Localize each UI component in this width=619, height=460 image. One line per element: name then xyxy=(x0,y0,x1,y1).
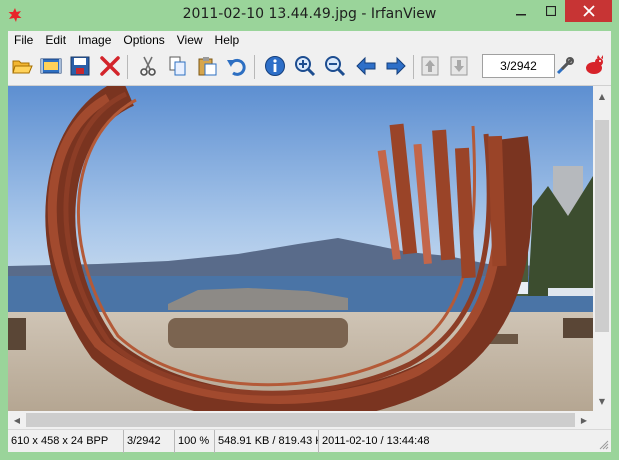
toolbar-separator xyxy=(127,55,128,79)
menu-file[interactable]: File xyxy=(8,33,39,47)
slideshow-button[interactable] xyxy=(38,53,64,79)
menu-options[interactable]: Options xyxy=(117,33,170,47)
previous-icon xyxy=(356,56,376,76)
undo-icon xyxy=(227,58,246,76)
toolbar: 3/2942 xyxy=(8,49,611,86)
vertical-scroll-thumb[interactable] xyxy=(595,120,609,332)
status-zoom: 100 % xyxy=(175,430,215,453)
status-datetime: 2011-02-10 / 13:44:48 xyxy=(322,435,430,447)
menu-help[interactable]: Help xyxy=(209,33,246,47)
last-page-button[interactable] xyxy=(446,53,472,79)
next-icon xyxy=(386,56,406,76)
delete-button[interactable] xyxy=(97,53,123,79)
paste-button[interactable] xyxy=(194,53,220,79)
save-icon xyxy=(70,56,90,76)
menu-view[interactable]: View xyxy=(171,33,209,47)
status-bar: 610 x 458 x 24 BPP 3/2942 100 % 548.91 K… xyxy=(8,429,611,453)
menu-edit[interactable]: Edit xyxy=(39,33,72,47)
scroll-left-icon[interactable]: ◀ xyxy=(9,412,25,428)
irfanview-about-button[interactable] xyxy=(581,53,607,79)
copy-button[interactable] xyxy=(165,53,191,79)
toolbar-separator xyxy=(413,55,414,79)
minimize-button[interactable] xyxy=(507,0,535,22)
status-file-size: 548.91 KB / 819.43 KB xyxy=(215,430,319,453)
paste-icon xyxy=(198,57,217,76)
info-icon xyxy=(265,56,285,76)
undo-button[interactable] xyxy=(223,53,249,79)
zoom-out-button[interactable] xyxy=(322,53,348,79)
slideshow-icon xyxy=(40,58,62,74)
maximize-icon xyxy=(546,6,556,16)
status-dimensions: 610 x 458 x 24 BPP xyxy=(8,430,124,453)
last-page-icon xyxy=(450,56,468,76)
vertical-scrollbar[interactable]: ▲ ▼ xyxy=(593,86,611,411)
cut-button[interactable] xyxy=(135,53,161,79)
image-view[interactable] xyxy=(8,86,593,411)
cut-icon xyxy=(140,56,156,76)
zoom-in-icon xyxy=(295,56,316,77)
next-button[interactable] xyxy=(383,53,409,79)
irfanview-window: 2011-02-10 13.44.49.jpg - IrfanView File… xyxy=(0,0,619,460)
delete-icon xyxy=(100,56,120,76)
photo-sculpture-beach xyxy=(8,86,593,411)
zoom-out-icon xyxy=(325,56,346,77)
page-number-field[interactable]: 3/2942 xyxy=(482,54,555,78)
first-page-icon xyxy=(421,56,439,76)
first-page-button[interactable] xyxy=(417,53,443,79)
settings-icon xyxy=(556,57,574,75)
horizontal-scroll-thumb[interactable] xyxy=(26,413,575,427)
menu-bar: File Edit Image Options View Help xyxy=(8,31,611,49)
irfanview-icon xyxy=(586,55,603,74)
close-icon xyxy=(582,5,595,17)
open-icon xyxy=(12,60,33,74)
close-button[interactable] xyxy=(565,0,612,22)
zoom-in-button[interactable] xyxy=(292,53,318,79)
menu-image[interactable]: Image xyxy=(72,33,117,47)
minimize-icon xyxy=(516,14,526,16)
horizontal-scrollbar[interactable]: ◀ ▶ xyxy=(8,411,593,429)
toolbar-separator xyxy=(254,55,255,79)
previous-button[interactable] xyxy=(353,53,379,79)
scroll-down-icon[interactable]: ▼ xyxy=(594,393,610,409)
resize-grip-icon[interactable] xyxy=(599,440,609,450)
status-page: 3/2942 xyxy=(124,430,175,453)
scroll-right-icon[interactable]: ▶ xyxy=(576,412,592,428)
settings-button[interactable] xyxy=(552,53,578,79)
scroll-corner xyxy=(593,411,611,429)
open-button[interactable] xyxy=(9,53,35,79)
info-button[interactable] xyxy=(262,53,288,79)
maximize-button[interactable] xyxy=(537,0,565,22)
scroll-up-icon[interactable]: ▲ xyxy=(594,88,610,104)
save-button[interactable] xyxy=(67,53,93,79)
copy-icon xyxy=(169,56,186,76)
title-bar[interactable]: 2011-02-10 13.44.49.jpg - IrfanView xyxy=(0,0,619,31)
